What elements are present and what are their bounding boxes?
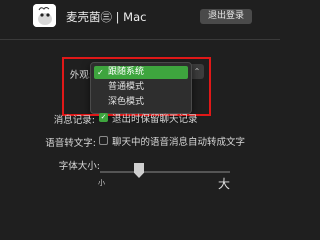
avatar-image bbox=[33, 4, 56, 27]
keep-history-text: 退出时保留聊天记录 bbox=[112, 114, 198, 125]
highlight-annotation bbox=[62, 57, 211, 116]
large-size-label: 大 bbox=[218, 177, 231, 191]
font-size-slider-thumb[interactable] bbox=[134, 163, 144, 178]
checkmark-icon: ✓ bbox=[100, 113, 107, 121]
auto-transcribe-text: 聊天中的语音消息自动转成文字 bbox=[112, 137, 246, 148]
avatar[interactable] bbox=[33, 4, 56, 27]
logout-button[interactable]: 退出登录 bbox=[200, 9, 252, 24]
message-record-label: 消息记录: bbox=[53, 115, 95, 126]
username: 麦壳菌㊂ | Mac bbox=[66, 10, 147, 24]
header-divider bbox=[0, 39, 280, 40]
font-size-label: 字体大小: bbox=[58, 161, 100, 172]
auto-transcribe-checkbox[interactable] bbox=[99, 136, 108, 145]
font-size-slider-track[interactable] bbox=[100, 171, 230, 173]
voice-to-text-label: 语音转文字: bbox=[45, 138, 96, 149]
keep-history-checkbox[interactable]: ✓ bbox=[99, 113, 108, 122]
small-size-label: 小 bbox=[98, 179, 105, 187]
